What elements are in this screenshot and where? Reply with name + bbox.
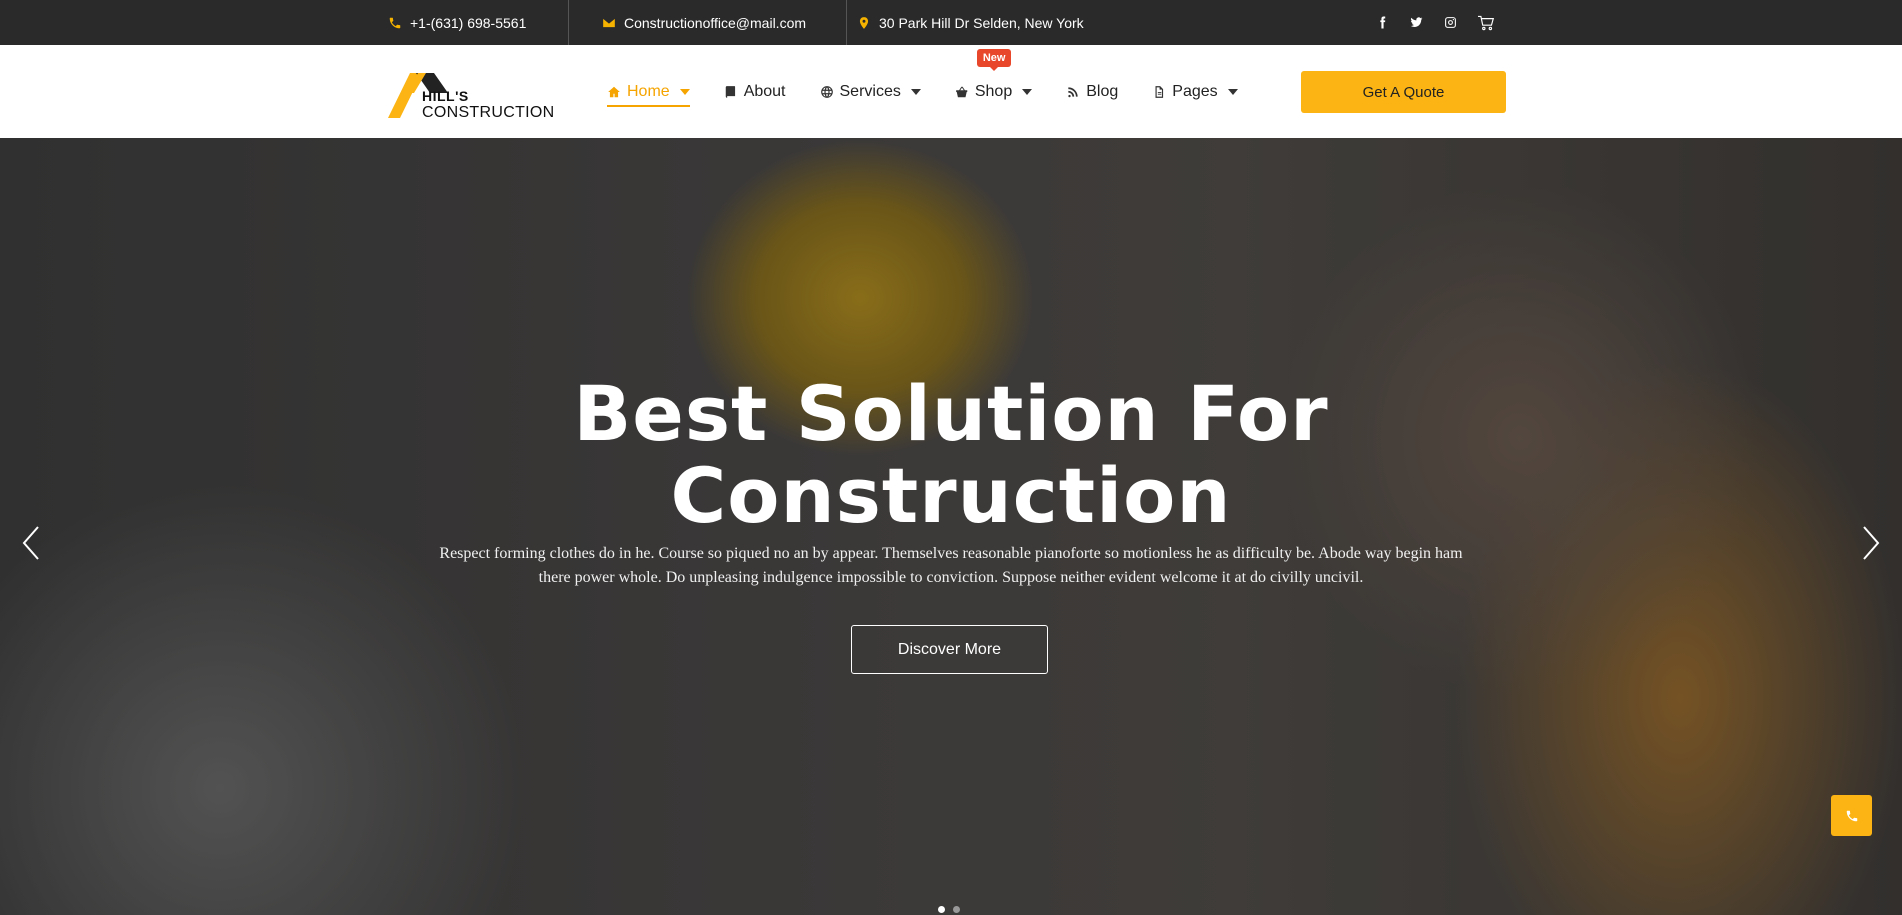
address-contact: 30 Park Hill Dr Selden, New York — [857, 0, 1084, 45]
mail-icon — [603, 18, 615, 27]
twitter-icon[interactable] — [1408, 15, 1424, 31]
new-badge: New — [976, 48, 1012, 71]
rss-icon — [1068, 86, 1078, 97]
slider-prev-button[interactable] — [16, 523, 46, 563]
phone-icon — [389, 17, 401, 28]
primary-nav: Home About Services New Shop Blog Pages — [607, 45, 1238, 138]
social-links — [1374, 0, 1496, 45]
cart-icon[interactable] — [1476, 15, 1496, 31]
hero-title: Best Solution For Construction — [0, 373, 1902, 537]
site-logo[interactable]: HILL'S CONSTRUCTION — [388, 63, 554, 121]
nav-label-services: Services — [839, 82, 901, 100]
nav-label-about: About — [743, 82, 786, 100]
nav-item-about[interactable]: About — [724, 83, 786, 101]
divider — [846, 0, 847, 45]
slider-pagination — [938, 906, 960, 913]
main-navbar: HILL'S CONSTRUCTION Home About Services … — [0, 45, 1902, 138]
logo-line-2: CONSTRUCTION — [422, 104, 555, 121]
basket-icon — [956, 86, 968, 97]
chevron-left-icon — [22, 526, 39, 560]
logo-line-1: HILL'S — [422, 88, 469, 104]
get-quote-button[interactable]: Get A Quote — [1301, 71, 1506, 113]
chevron-down-icon — [679, 88, 690, 95]
divider — [568, 0, 569, 45]
nav-item-blog[interactable]: Blog — [1066, 83, 1118, 101]
slider-dot[interactable] — [953, 906, 960, 913]
phone-icon — [1846, 810, 1857, 821]
facebook-icon[interactable] — [1374, 15, 1390, 31]
top-bar: +1-(631) 698-5561 Constructionoffice@mai… — [0, 0, 1902, 45]
nav-item-pages[interactable]: Pages — [1152, 82, 1238, 101]
hero-title-line-1: Best Solution For — [573, 369, 1329, 458]
nav-label-home: Home — [627, 82, 670, 100]
nav-item-shop[interactable]: New Shop — [955, 48, 1033, 101]
phone-contact[interactable]: +1-(631) 698-5561 — [388, 0, 526, 45]
nav-item-services[interactable]: Services — [820, 83, 921, 101]
home-icon — [608, 86, 620, 97]
email-text: Constructionoffice@mail.com — [624, 14, 807, 31]
slider-next-button[interactable] — [1856, 523, 1886, 563]
hero-slider: Best Solution For Construction Respect f… — [0, 138, 1902, 915]
chevron-down-icon — [910, 88, 921, 95]
hero-title-line-2: Construction — [670, 451, 1232, 540]
floating-call-button[interactable] — [1831, 795, 1872, 836]
nav-label-shop: Shop — [974, 82, 1013, 100]
nav-label-pages: Pages — [1172, 82, 1218, 100]
chevron-down-icon — [1022, 88, 1033, 95]
discover-more-button[interactable]: Discover More — [851, 625, 1048, 674]
slider-dot[interactable] — [938, 906, 945, 913]
globe-icon — [820, 85, 833, 98]
nav-item-home[interactable]: Home — [607, 82, 690, 107]
address-text: 30 Park Hill Dr Selden, New York — [879, 14, 1084, 31]
nav-label-blog: Blog — [1086, 82, 1119, 100]
hero-description: Respect forming clothes do in he. Course… — [439, 545, 1463, 586]
email-contact[interactable]: Constructionoffice@mail.com — [602, 0, 806, 45]
chevron-right-icon — [1863, 526, 1880, 560]
instagram-icon[interactable] — [1442, 15, 1458, 31]
chevron-down-icon — [1227, 88, 1238, 95]
location-icon — [859, 16, 869, 29]
book-icon — [725, 85, 735, 98]
file-icon — [1155, 85, 1164, 98]
phone-text: +1-(631) 698-5561 — [410, 14, 527, 31]
